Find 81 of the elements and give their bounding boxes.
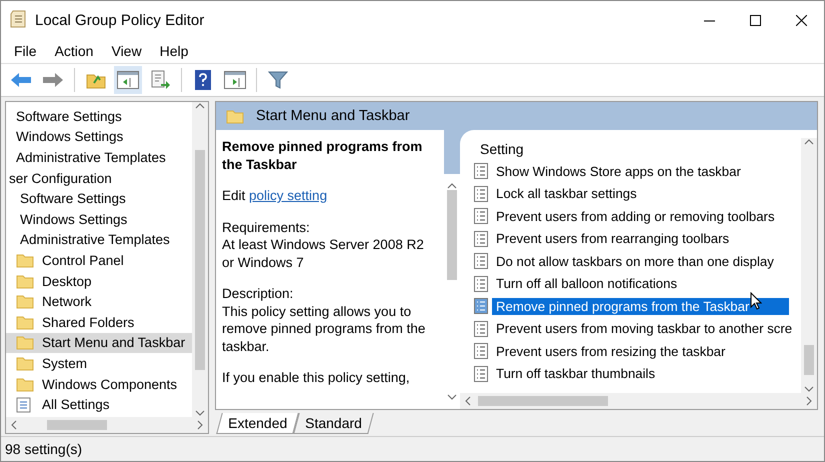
tree-item[interactable]: Network [6, 291, 192, 312]
setting-item[interactable]: Prevent users from moving taskbar to another scre [474, 318, 801, 340]
scroll-thumb[interactable] [804, 345, 814, 375]
description-label: Description: [222, 285, 294, 302]
scroll-thumb[interactable] [447, 190, 457, 280]
scroll-thumb[interactable] [478, 396, 608, 406]
pane-toggle-icon [224, 71, 246, 89]
scroll-document-icon [9, 10, 27, 30]
maximize-icon [750, 14, 760, 26]
folder-icon [16, 314, 34, 330]
policy-document-icon [474, 230, 488, 247]
tree-item[interactable]: Administrative Templates [6, 230, 192, 250]
scroll-thumb[interactable] [47, 420, 108, 430]
horizontal-scrollbar[interactable] [6, 417, 208, 433]
category-title: Start Menu and Taskbar [256, 108, 410, 124]
policy-title: Remove pinned programs from the Taskbar [222, 138, 424, 173]
menu-item[interactable]: Action [48, 41, 100, 61]
back-arrow-icon [10, 72, 32, 88]
horizontal-scrollbar[interactable] [460, 393, 817, 409]
status-text: 98 setting(s) [5, 441, 82, 457]
policy-setting-link[interactable]: policy setting [249, 188, 328, 203]
window-title: Local Group Policy Editor [35, 12, 206, 28]
setting-item[interactable]: Turn off taskbar thumbnails [474, 362, 801, 385]
policy-document-icon [474, 253, 488, 270]
view-tab[interactable]: Extended [216, 413, 299, 434]
description-text: If you enable this policy setting, [222, 369, 411, 386]
setting-item[interactable]: Show Windows Store apps on the taskbar [474, 160, 801, 182]
tree-item[interactable]: Control Panel [6, 250, 192, 271]
tree-item[interactable]: Software Settings [6, 188, 192, 209]
requirements-label: Requirements: [222, 218, 311, 236]
scroll-thumb[interactable] [195, 150, 205, 370]
filter-icon [268, 70, 288, 90]
policy-document-icon [474, 186, 488, 202]
policy-document-icon [474, 276, 488, 292]
folder-icon [16, 376, 34, 392]
description-text: This policy setting allows you to remove pinned programs from the taskbar. [222, 302, 426, 355]
policy-document-icon [474, 320, 488, 337]
show-tree-button[interactable] [114, 66, 142, 94]
setting-item[interactable]: Turn off all balloon notifications [474, 272, 801, 295]
policy-document-icon [474, 298, 488, 314]
export-list-icon [150, 70, 170, 90]
folder-icon [16, 294, 34, 310]
pane-toggle-icon [117, 71, 139, 89]
setting-item[interactable]: Do not allow taskbars on more than one display [474, 250, 801, 272]
mouse-pointer-icon [750, 292, 762, 310]
tree-item[interactable]: ser Configuration [6, 168, 192, 188]
tree-item[interactable]: All Settings [6, 394, 192, 415]
vertical-scrollbar[interactable] [192, 102, 208, 417]
close-icon [796, 14, 806, 26]
tree-item[interactable]: Windows Settings [6, 126, 192, 148]
help-icon [195, 70, 211, 90]
view-tab[interactable]: Standard [293, 413, 374, 434]
setting-item[interactable]: Prevent users from rearranging toolbars [474, 228, 801, 250]
folder-icon [16, 252, 34, 268]
menu-item[interactable]: File [7, 41, 44, 61]
tree-item[interactable]: Shared Folders [6, 312, 192, 333]
tree-item[interactable]: Windows Settings [6, 208, 192, 230]
tree-item[interactable]: System [6, 353, 192, 374]
folder-icon [16, 356, 34, 371]
tree-item[interactable]: Windows Components [6, 374, 192, 394]
folder-icon [226, 108, 244, 124]
folder-icon [16, 274, 34, 289]
menu-item[interactable]: Help [152, 41, 196, 61]
policy-document-icon [474, 208, 488, 224]
column-header[interactable]: Setting [474, 138, 801, 160]
menu-item[interactable]: View [104, 41, 149, 61]
vertical-scrollbar[interactable] [801, 138, 817, 393]
policy-document-icon [474, 366, 488, 382]
folder-icon [16, 335, 34, 350]
policy-document-icon [474, 163, 488, 180]
tree-item[interactable]: Start Menu and Taskbar [6, 332, 192, 354]
tree-item[interactable]: Desktop [6, 270, 192, 292]
tree-item[interactable]: Administrative Templates [6, 147, 192, 168]
setting-item[interactable]: Prevent users from adding or removing toolbars [474, 205, 801, 228]
forward-arrow-icon [42, 72, 64, 88]
requirements-text: At least Windows Server 2008 R2 or Windows 7 [222, 236, 425, 271]
edit-label: Edit [222, 188, 246, 203]
tree-item[interactable]: Software Settings [6, 106, 192, 127]
policy-document-icon [474, 343, 488, 360]
setting-item[interactable]: Lock all taskbar settings [474, 182, 801, 205]
setting-item[interactable]: Prevent users from resizing the taskbar [474, 340, 801, 362]
